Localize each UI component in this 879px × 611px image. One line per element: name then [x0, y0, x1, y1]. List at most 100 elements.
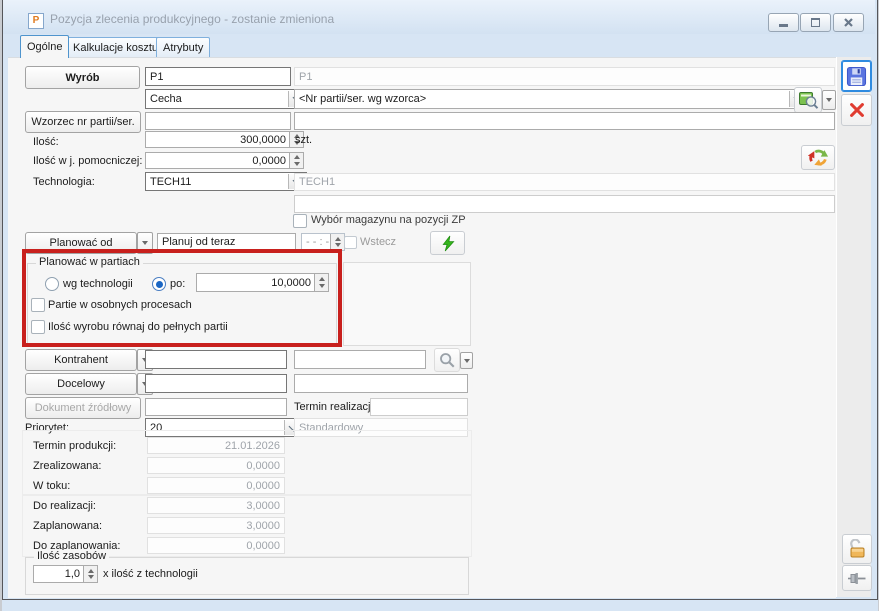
- spin-up-icon: [335, 237, 341, 241]
- planning-time-spinner[interactable]: - - : -: [301, 233, 345, 251]
- partie-procesach-checkbox[interactable]: [31, 298, 45, 312]
- rownaj-partii-checkbox[interactable]: [31, 320, 45, 334]
- restore-icon: [811, 18, 820, 27]
- resources-spinner[interactable]: 1,0: [33, 565, 98, 583]
- time-spin-buttons[interactable]: [330, 234, 344, 250]
- po-qty-value: 10,0000: [271, 277, 311, 289]
- source-doc-input[interactable]: [145, 398, 287, 416]
- qty-value: 300,0000: [240, 134, 286, 146]
- spin-down-icon: [319, 284, 325, 288]
- plan-now-button[interactable]: [430, 231, 465, 255]
- feature-combobox[interactable]: Cecha: [145, 89, 307, 109]
- do-zaplanowania-field: 0,0000: [147, 537, 285, 554]
- zaplanowana-field: 3,0000: [147, 517, 285, 534]
- cancel-x-icon: [848, 101, 866, 119]
- kontrahent-search-menu-button[interactable]: [460, 352, 473, 369]
- zrealizowana-label: Zrealizowana:: [33, 460, 101, 472]
- warehouse-checkbox-label: Wybór magazynu na pozycji ZP: [311, 214, 466, 226]
- product-name-field: P1: [294, 67, 835, 86]
- wzorzec-button[interactable]: Wzorzec nr partii/ser.: [25, 111, 141, 133]
- dialog-window: P Pozycja zlecenia produkcyjnego - zosta…: [0, 0, 879, 611]
- qty-label: Ilość:: [33, 136, 59, 148]
- planning-mode-input[interactable]: Planuj od teraz: [157, 233, 296, 251]
- zaplanowana-label: Zaplanowana:: [33, 520, 102, 532]
- kontrahent-search-button[interactable]: [434, 348, 460, 372]
- radio-wg-technologii-label: wg technologii: [63, 278, 133, 290]
- radio-po[interactable]: [152, 277, 166, 291]
- spin-up-icon: [319, 277, 325, 281]
- planowac-od-menu-button[interactable]: [137, 232, 153, 254]
- technology-name-field: TECH1: [294, 173, 835, 191]
- tab-kalkulacje-kosztu[interactable]: Kalkulacje kosztu: [66, 37, 165, 58]
- save-button[interactable]: [841, 60, 872, 92]
- radio-wg-technologii[interactable]: [45, 277, 59, 291]
- termin-produkcji-field: 21.01.2026: [147, 437, 285, 454]
- aux-qty-value: 0,0000: [252, 155, 286, 167]
- kontrahent-button[interactable]: Kontrahent: [25, 349, 137, 371]
- open-lock-icon: [847, 539, 867, 559]
- tab-atrybuty[interactable]: Atrybuty: [156, 37, 210, 58]
- planning-time-value: - - : -: [306, 236, 329, 248]
- rownaj-partii-label: Ilość wyrobu równaj do pełnych partii: [48, 321, 228, 333]
- frame-left: [2, 0, 3, 600]
- card-magnifier-icon: [798, 90, 819, 110]
- termin-produkcji-label: Termin produkcji:: [33, 440, 116, 452]
- restore-button[interactable]: [800, 13, 831, 32]
- do-realizacji-field: 3,0000: [147, 497, 285, 514]
- spin-down-icon: [88, 575, 94, 579]
- technology-value: TECH11: [150, 176, 191, 188]
- close-button[interactable]: [833, 13, 864, 32]
- window-title: Pozycja zlecenia produkcyjnego - zostani…: [50, 12, 334, 26]
- warehouse-checkbox[interactable]: [293, 214, 307, 228]
- pattern-input-2[interactable]: [294, 112, 835, 130]
- app-icon: P: [28, 13, 44, 29]
- batch-pattern-combobox[interactable]: <Nr partii/ser. wg wzorca>: [294, 89, 808, 109]
- termin-realizacji-input[interactable]: [370, 398, 468, 416]
- spin-down-icon: [294, 162, 300, 166]
- product-code-input[interactable]: P1: [145, 67, 291, 86]
- minimize-icon: [779, 24, 788, 27]
- frame-right: [877, 0, 878, 600]
- kontrahent-name-input[interactable]: [294, 350, 426, 369]
- termin-realizacji-label: Termin realizacji:: [294, 401, 376, 413]
- recalculate-button[interactable]: [801, 145, 835, 170]
- batch-lookup-button[interactable]: [794, 87, 822, 113]
- partie-procesach-label: Partie w osobnych procesach: [48, 299, 192, 311]
- pin-button[interactable]: [842, 565, 872, 591]
- kontrahent-code-input[interactable]: [145, 350, 287, 369]
- resources-value: 1,0: [65, 568, 80, 580]
- batch-lookup-menu-button[interactable]: [822, 90, 836, 110]
- lock-button[interactable]: [842, 534, 872, 564]
- po-qty-spinner[interactable]: 10,0000: [196, 273, 329, 292]
- aux-spin-buttons[interactable]: [289, 153, 303, 168]
- minimize-button[interactable]: [768, 13, 799, 32]
- qty-spinner[interactable]: 300,0000: [145, 131, 304, 148]
- cancel-button[interactable]: [841, 94, 872, 126]
- pattern-input-1[interactable]: [145, 112, 291, 130]
- magnifier-icon: [438, 351, 456, 369]
- spin-up-icon: [294, 155, 300, 159]
- w-toku-label: W toku:: [33, 480, 70, 492]
- po-spin-buttons[interactable]: [314, 274, 328, 291]
- source-doc-button: Dokument źródłowy: [25, 397, 141, 419]
- side-toolbar: [836, 57, 871, 597]
- docelowy-code-input[interactable]: [145, 374, 287, 393]
- feature-value: Cecha: [150, 93, 182, 105]
- planowac-od-button[interactable]: Planować od: [25, 232, 137, 254]
- resources-suffix-label: x ilość z technologii: [103, 568, 198, 580]
- do-realizacji-label: Do realizacji:: [33, 500, 96, 512]
- wyrob-button[interactable]: Wyrób: [25, 66, 140, 89]
- technology-combobox[interactable]: TECH11: [145, 172, 307, 191]
- frame-bottom: [2, 599, 878, 600]
- technology-label: Technologia:: [33, 176, 95, 188]
- side-panel: [343, 262, 471, 346]
- dropdown-arrow-icon: [464, 359, 470, 363]
- aux-qty-spinner[interactable]: 0,0000: [145, 152, 304, 169]
- extra-field[interactable]: [294, 195, 835, 213]
- docelowy-button[interactable]: Docelowy: [25, 373, 137, 395]
- resources-spin-buttons[interactable]: [83, 566, 97, 582]
- pin-icon: [847, 571, 867, 586]
- docelowy-name-input[interactable]: [294, 374, 468, 393]
- wstecz-checkbox[interactable]: [344, 236, 357, 249]
- tab-ogolne[interactable]: Ogólne: [20, 35, 69, 58]
